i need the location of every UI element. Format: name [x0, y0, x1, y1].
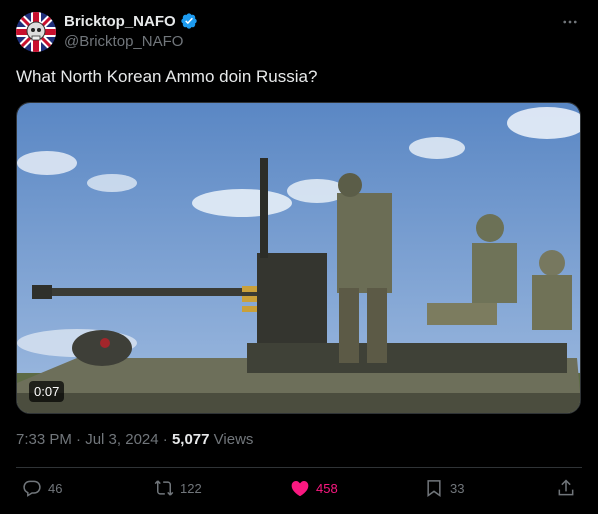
share-icon	[558, 479, 574, 496]
repost-icon	[154, 480, 174, 496]
views-label: Views	[213, 431, 254, 448]
bookmark-icon	[427, 480, 441, 497]
bookmark-count: 33	[450, 480, 465, 496]
like-button[interactable]: 458	[290, 478, 338, 498]
video-player[interactable]: 0:07	[16, 102, 581, 414]
reply-icon	[23, 480, 41, 497]
more-options-button[interactable]	[560, 12, 580, 32]
tweet-date[interactable]: Jul 3, 2024	[85, 431, 158, 448]
reply-button[interactable]: 46	[22, 478, 62, 498]
author-display-name[interactable]: Bricktop_NAFO	[64, 13, 176, 30]
avatar[interactable]	[16, 12, 56, 52]
author-handle[interactable]: @Bricktop_NAFO	[64, 33, 183, 50]
bookmark-button[interactable]: 33	[424, 478, 464, 498]
repost-button[interactable]: 122	[154, 478, 202, 498]
author-name-row[interactable]: Bricktop_NAFO	[64, 12, 198, 30]
like-count: 458	[316, 480, 338, 496]
tweet-meta: 7:33 PM · Jul 3, 2024 · 5,077 Views	[16, 431, 253, 448]
heart-icon	[291, 481, 309, 496]
video-frame	[17, 103, 580, 413]
share-button[interactable]	[556, 478, 576, 498]
tweet-text: What North Korean Ammo doin Russia?	[16, 67, 318, 86]
more-dots-icon	[563, 20, 577, 24]
tweet-time[interactable]: 7:33 PM	[16, 431, 72, 448]
meta-separator: ·	[76, 431, 82, 448]
video-duration: 0:07	[29, 381, 65, 402]
action-bar: 46 122 458 33	[0, 478, 598, 504]
repost-count: 122	[180, 480, 202, 496]
reply-count: 46	[48, 480, 63, 496]
divider	[16, 467, 582, 468]
meta-separator: ·	[162, 431, 168, 448]
union-jack-skull-avatar	[16, 12, 56, 52]
verified-badge-icon	[181, 13, 197, 29]
views-count: 5,077	[171, 431, 210, 448]
